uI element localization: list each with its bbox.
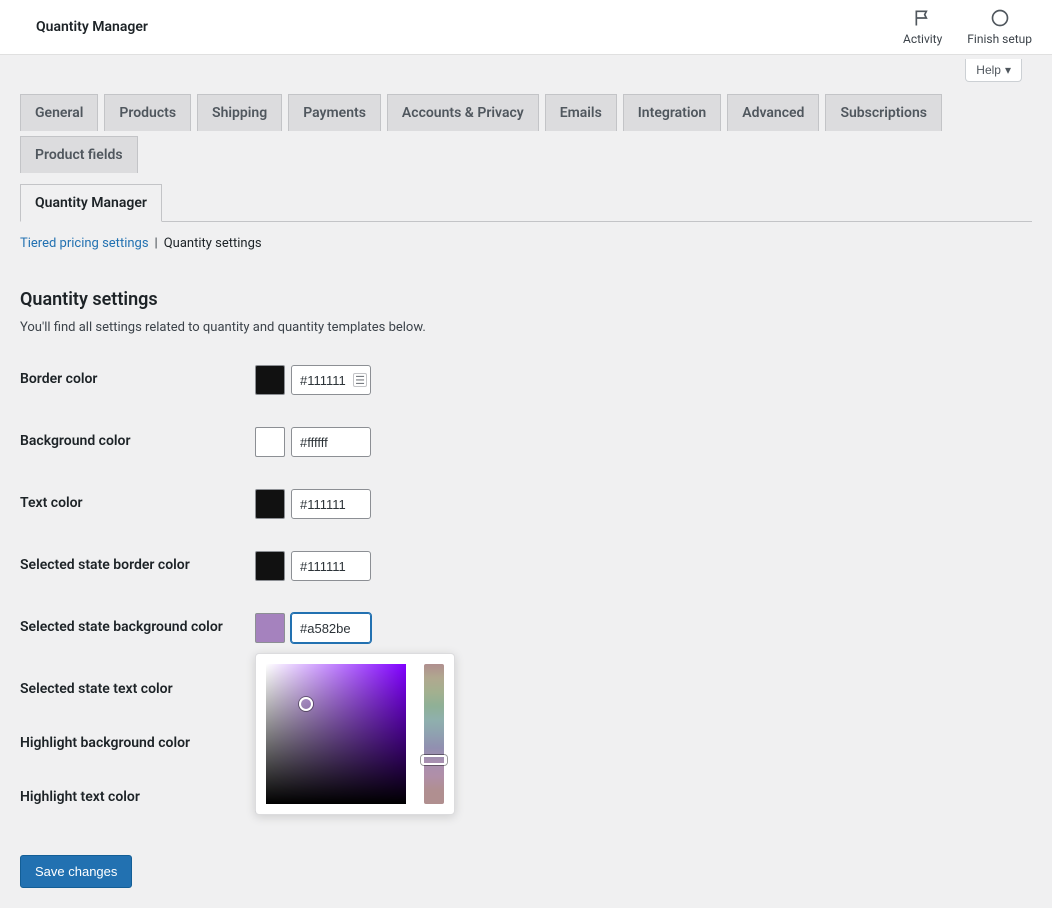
subnav: Tiered pricing settings | Quantity setti… [20,222,1032,251]
link-tiered-pricing[interactable]: Tiered pricing settings [20,236,149,251]
label-sel-border: Selected state border color [20,551,255,573]
subnav-current: Quantity settings [164,236,262,251]
color-picker-hue[interactable] [424,664,444,804]
tabs-wrapper: General Products Shipping Payments Accou… [0,82,1052,908]
tab-accounts[interactable]: Accounts & Privacy [387,94,539,131]
input-text-color[interactable] [291,489,371,519]
row-text-color: Text color [20,489,1032,519]
row-bg-color: Background color [20,427,1032,457]
swatch-border-color[interactable] [255,365,285,395]
tab-products[interactable]: Products [104,94,191,131]
circle-icon [990,8,1010,28]
tab-integration[interactable]: Integration [623,94,721,131]
swatch-sel-border[interactable] [255,551,285,581]
save-button[interactable]: Save changes [20,855,132,888]
activity-label: Activity [903,32,942,46]
settings-tabs: General Products Shipping Payments Accou… [20,94,1032,222]
finish-setup-button[interactable]: Finish setup [967,8,1032,46]
color-picker-saturation[interactable] [266,664,406,804]
flag-icon [913,8,933,28]
color-picker-hue-handle[interactable] [421,755,447,765]
tab-advanced[interactable]: Advanced [727,94,819,131]
tab-general[interactable]: General [20,94,98,131]
input-bg-color[interactable] [291,427,371,457]
help-label: Help [976,63,1001,77]
tab-product-fields[interactable]: Product fields [20,136,138,173]
row-sel-text: Selected state text color [20,675,1032,697]
section-description: You'll find all settings related to quan… [20,320,1032,335]
tab-subscriptions[interactable]: Subscriptions [825,94,942,131]
label-sel-bg: Selected state background color [20,613,255,635]
autofill-icon[interactable]: ☰ [353,373,367,387]
chevron-down-icon: ▾ [1005,63,1011,77]
tab-emails[interactable]: Emails [545,94,617,131]
help-button[interactable]: Help ▾ [965,59,1022,82]
label-hl-bg: Highlight background color [20,729,255,751]
section-heading: Quantity settings [20,289,1032,310]
tab-payments[interactable]: Payments [288,94,381,131]
settings-content: Quantity settings You'll find all settin… [20,251,1032,908]
page-title: Quantity Manager [36,19,148,35]
row-sel-bg: Selected state background color [20,613,1032,643]
label-bg-color: Background color [20,427,255,449]
help-row: Help ▾ [0,55,1052,82]
color-picker-popover [255,653,455,815]
swatch-text-color[interactable] [255,489,285,519]
input-sel-bg[interactable] [291,613,371,643]
label-text-color: Text color [20,489,255,511]
label-border-color: Border color [20,365,255,387]
row-hl-text: Highlight text color [20,783,1032,813]
label-hl-text: Highlight text color [20,783,255,805]
topbar-actions: Activity Finish setup [903,8,1032,46]
row-border-color: Border color ☰ [20,365,1032,395]
tab-shipping[interactable]: Shipping [197,94,282,131]
separator: | [155,236,158,251]
row-sel-border: Selected state border color [20,551,1032,581]
label-sel-text: Selected state text color [20,675,255,697]
input-sel-border[interactable] [291,551,371,581]
finish-setup-label: Finish setup [967,32,1032,46]
swatch-sel-bg[interactable] [255,613,285,643]
topbar: Quantity Manager Activity Finish setup [0,0,1052,55]
swatch-bg-color[interactable] [255,427,285,457]
tab-quantity-manager[interactable]: Quantity Manager [20,184,162,222]
row-hl-bg: Highlight background color [20,729,1032,751]
activity-button[interactable]: Activity [903,8,942,46]
color-picker-handle[interactable] [299,697,313,711]
